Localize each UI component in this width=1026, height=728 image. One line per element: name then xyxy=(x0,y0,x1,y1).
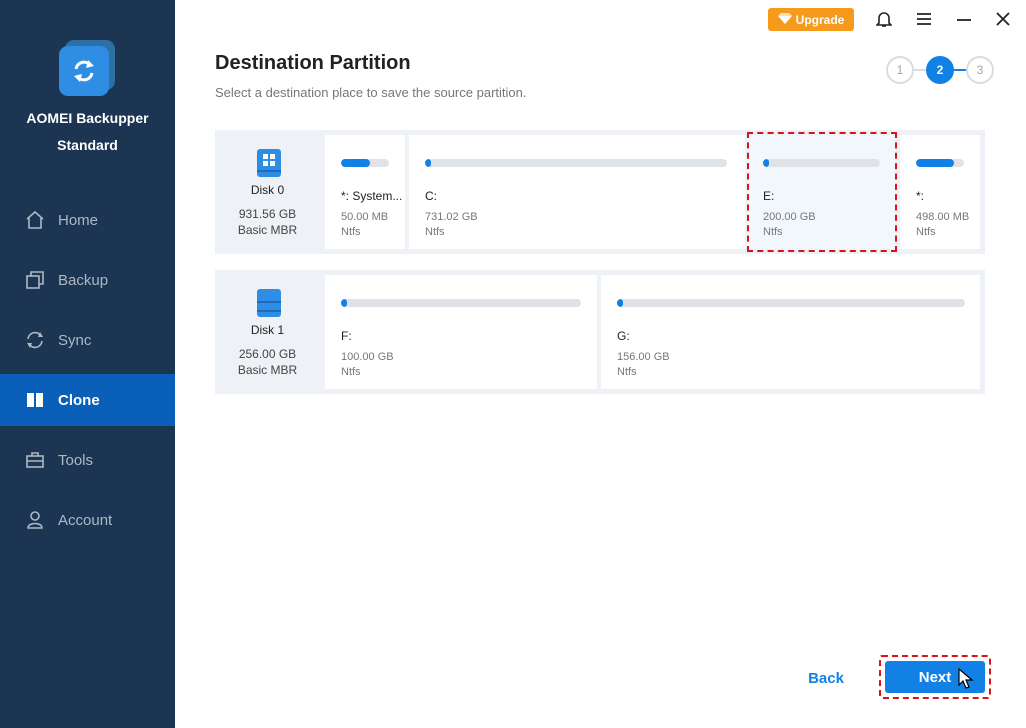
clone-icon xyxy=(24,389,46,411)
partition-size: 731.02 GB xyxy=(425,211,478,223)
sidebar-item-account[interactable]: Account xyxy=(0,494,175,546)
disk-name: Disk 0 xyxy=(250,183,285,197)
partition-label: *: xyxy=(916,189,925,203)
partition-size: 50.00 MB xyxy=(341,211,389,223)
partition-card[interactable]: *: System... 50.00 MB Ntfs xyxy=(325,135,405,249)
partition-usage-bar xyxy=(617,299,965,307)
partition-card[interactable]: C: 731.02 GB Ntfs xyxy=(409,135,745,249)
disk-info: Disk 1 256.00 GB Basic MBR xyxy=(215,270,320,394)
partition-label: C: xyxy=(425,189,437,203)
step-3: 3 xyxy=(966,56,994,84)
disk-size: 931.56 GB xyxy=(238,207,297,221)
menu-icon[interactable] xyxy=(914,9,934,29)
partition-fs: Ntfs xyxy=(425,226,445,238)
partition-usage-bar xyxy=(425,159,727,167)
sidebar-item-label: Home xyxy=(58,211,99,229)
sync-icon xyxy=(24,329,46,351)
step-1: 1 xyxy=(886,56,914,84)
disk-row: Disk 1 256.00 GB Basic MBR F: 100.00 GB … xyxy=(215,270,985,394)
partition-fs: Ntfs xyxy=(916,226,936,238)
sidebar-item-clone[interactable]: Clone xyxy=(0,374,175,426)
partition-usage-bar xyxy=(341,299,581,307)
mouse-cursor-icon xyxy=(958,667,974,690)
partition-fs: Ntfs xyxy=(341,226,361,238)
sidebar: AOMEI Backupper Standard Home Backup Syn… xyxy=(0,0,175,728)
partition-label: *: System... xyxy=(341,189,403,203)
disk-size: 256.00 GB xyxy=(238,347,297,361)
partition-label: F: xyxy=(341,329,352,343)
partition-usage-bar xyxy=(341,159,389,167)
sidebar-item-label: Tools xyxy=(58,451,94,469)
partition-card[interactable]: F: 100.00 GB Ntfs xyxy=(325,275,597,389)
back-button[interactable]: Back xyxy=(796,664,856,692)
partition-usage-bar xyxy=(916,159,964,167)
partition-fs: Ntfs xyxy=(341,366,361,378)
disk-icon xyxy=(256,288,282,318)
partition-size: 100.00 GB xyxy=(341,351,394,363)
minimize-icon[interactable] xyxy=(954,9,974,29)
bell-icon[interactable] xyxy=(874,9,894,29)
page-title: Destination Partition xyxy=(215,52,411,74)
disk-type: Basic MBR xyxy=(237,363,298,377)
partition-size: 498.00 MB xyxy=(916,211,970,223)
page-subtitle: Select a destination place to save the s… xyxy=(215,85,527,100)
step-connector xyxy=(914,69,926,71)
tools-icon xyxy=(24,449,46,471)
partition-label: G: xyxy=(617,329,630,343)
sidebar-item-backup[interactable]: Backup xyxy=(0,254,175,306)
disk-name: Disk 1 xyxy=(250,323,285,337)
sidebar-item-label: Sync xyxy=(58,331,92,349)
sidebar-item-tools[interactable]: Tools xyxy=(0,434,175,486)
windows-disk-icon xyxy=(256,148,282,178)
partition-card[interactable]: G: 156.00 GB Ntfs xyxy=(601,275,980,389)
upgrade-button[interactable]: Upgrade xyxy=(768,8,854,31)
app-name: AOMEI Backupper xyxy=(26,110,149,126)
account-icon xyxy=(24,509,46,531)
upgrade-label: Upgrade xyxy=(795,12,845,27)
sidebar-item-label: Account xyxy=(58,511,113,529)
sidebar-item-label: Clone xyxy=(58,391,100,409)
step-2: 2 xyxy=(926,56,954,84)
sidebar-item-sync[interactable]: Sync xyxy=(0,314,175,366)
partition-size: 156.00 GB xyxy=(617,351,670,363)
partition-card[interactable]: *: 498.00 MB Ntfs xyxy=(900,135,980,249)
step-indicator: 1 2 3 xyxy=(886,56,996,84)
sidebar-item-label: Backup xyxy=(58,271,109,289)
diamond-icon xyxy=(777,12,792,27)
home-icon xyxy=(24,209,46,231)
close-icon[interactable] xyxy=(993,9,1013,29)
app-edition: Standard xyxy=(57,137,118,153)
backup-icon xyxy=(24,269,46,291)
disk-type: Basic MBR xyxy=(237,223,298,237)
partition-fs: Ntfs xyxy=(617,366,637,378)
disk-info: Disk 0 931.56 GB Basic MBR xyxy=(215,130,320,254)
app-logo-icon xyxy=(59,40,115,96)
sidebar-item-home[interactable]: Home xyxy=(0,194,175,246)
selection-highlight xyxy=(747,132,897,252)
